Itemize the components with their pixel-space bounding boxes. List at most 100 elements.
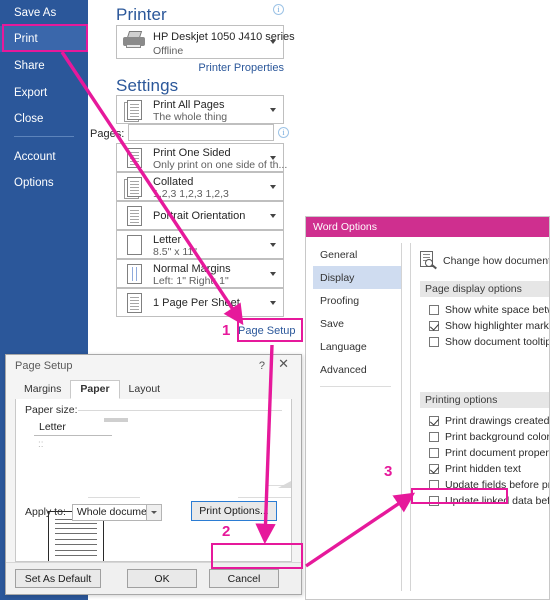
checkbox-icon[interactable] [429,416,439,426]
collated-icon [121,174,147,200]
word-options-body: Change how document content is Page disp… [410,243,549,591]
paper-size-select[interactable]: Letter 8.5" x 11" [116,230,284,259]
annotation-number-3: 3 [384,463,393,480]
checkbox-icon[interactable] [429,321,439,331]
word-options-header: Change how document content is [420,247,549,275]
group-divider [78,410,282,411]
cancel-button[interactable]: Cancel [209,569,279,588]
apply-to-select[interactable]: Whole document [71,503,162,521]
wo-nav-item-language[interactable]: Language [313,335,401,358]
checkbox-print-drawings[interactable]: Print drawings created in Word i [429,413,549,429]
print-range-primary: Print All Pages [153,99,225,111]
sidebar-item-save-as[interactable]: Save As [0,0,88,26]
tab-paper[interactable]: Paper [70,380,120,399]
page-setup-paper-panel: Paper size: Letter :: Apply to: Whole do… [15,399,292,562]
page-setup-footer: Set As Default OK Cancel [6,562,301,594]
close-icon[interactable]: ✕ [278,357,289,370]
checkbox-icon[interactable] [429,448,439,458]
sidebar-item-share[interactable]: Share [0,53,88,79]
checkbox-icon[interactable] [429,337,439,347]
checkbox-label: Print drawings created in Word [445,415,549,427]
wo-nav-item-proofing[interactable]: Proofing [313,289,401,312]
checkbox-update-linked-data[interactable]: Update linked data before printing [429,493,549,509]
page-setup-link[interactable]: Page Setup [238,325,296,337]
faint-triangle [278,481,291,488]
sidebar-item-account[interactable]: Account [0,144,88,170]
orientation-primary: Portrait Orientation [153,209,246,222]
word-options-dialog: Word Options General Display Proofing Sa… [305,216,550,600]
collation-primary: Collated [153,176,194,188]
faint-divider [238,497,291,498]
help-icon[interactable]: ? [259,360,265,372]
document-icon [121,97,147,123]
pages-per-sheet-select[interactable]: 1 Page Per Sheet [116,288,284,317]
word-options-nav: General Display Proofing Save Language A… [313,243,402,591]
sidebar-item-export[interactable]: Export [0,80,88,106]
checkbox-icon[interactable] [429,496,439,506]
tab-margins[interactable]: Margins [15,380,70,399]
chevron-down-icon [270,155,276,160]
checkbox-show-highlighter-marks[interactable]: Show highlighter marks i [429,318,549,334]
checkbox-print-document-properties[interactable]: Print document properties [429,445,549,461]
sidebar-item-close[interactable]: Close [0,106,88,132]
paper-size-group-label: Paper size: [25,404,78,416]
wo-nav-item-display[interactable]: Display [313,266,401,289]
printer-status: Offline [153,45,184,57]
margins-select[interactable]: Normal Margins Left: 1" Right: 1" [116,259,284,288]
pages-input[interactable] [128,124,274,141]
sidebar-item-label: Close [14,113,44,125]
sidebar-item-label: Print [14,33,38,45]
sidebar-item-label: Share [14,60,45,72]
settings-heading: Settings [116,76,179,95]
checkbox-show-document-tooltips[interactable]: Show document tooltips [429,334,549,350]
checkbox-update-fields[interactable]: Update fields before printing [429,477,549,493]
checkbox-label: Update linked data before printing [445,495,549,507]
printing-options-heading: Printing options [420,392,549,408]
sidebar-item-print[interactable]: Print [0,26,88,52]
pages-label: Pages: [90,128,125,140]
checkbox-label: Print hidden text [445,463,521,475]
wo-nav-item-general[interactable]: General [313,243,401,266]
page-setup-tabs: Margins Paper Layout [15,380,292,400]
printer-heading: Printer [116,5,167,24]
pages-per-sheet-icon [121,290,147,316]
page-display-options-heading: Page display options [420,281,549,297]
print-range-secondary: The whole thing [153,111,228,123]
sidebar-item-label: Export [14,87,48,99]
chevron-down-icon [270,40,276,44]
wo-nav-divider [320,386,391,387]
wo-nav-item-advanced[interactable]: Advanced [313,358,401,381]
orientation-select[interactable]: Portrait Orientation [116,201,284,230]
printer-select[interactable]: HP Deskjet 1050 J410 series Offline [116,25,295,59]
checkbox-icon[interactable] [429,464,439,474]
chevron-down-icon[interactable] [145,504,161,520]
print-sides-select[interactable]: Print One Sided Only print on one side o… [116,143,287,172]
paper-size-overflow-marker: :: [38,439,44,450]
checkbox-print-background-colors[interactable]: Print background colors and images [429,429,549,445]
checkbox-label: Print document properties [445,447,549,459]
checkbox-icon[interactable] [429,305,439,315]
set-as-default-button[interactable]: Set As Default [15,569,101,588]
page-setup-title: Page Setup [15,360,73,372]
print-options-button[interactable]: Print Options... [191,501,277,521]
sidebar-item-options[interactable]: Options [0,170,88,196]
apply-to-value: Whole document [76,506,156,518]
collation-select[interactable]: Collated 1,2,3 1,2,3 1,2,3 [116,172,284,201]
word-options-header-text: Change how document content is [443,255,549,267]
paper-size-secondary: 8.5" x 11" [153,246,198,258]
tab-layout[interactable]: Layout [120,380,170,399]
wo-nav-item-save[interactable]: Save [313,312,401,335]
paper-size-select[interactable]: Letter [34,419,112,436]
sidebar-divider [14,136,74,137]
checkbox-show-white-space[interactable]: Show white space between pages in Pri [429,302,549,318]
word-options-titlebar: Word Options [306,217,549,237]
pages-info-icon[interactable]: i [278,127,289,138]
checkbox-icon[interactable] [429,432,439,442]
checkbox-print-hidden-text[interactable]: Print hidden text [429,461,549,477]
printer-properties-link[interactable]: Printer Properties [198,62,284,74]
wo-nav-label: Display [320,271,355,284]
print-range-select[interactable]: Print All Pages The whole thing [116,95,284,124]
ok-button[interactable]: OK [127,569,197,588]
checkbox-icon[interactable] [429,480,439,490]
info-icon[interactable]: i [273,4,284,15]
